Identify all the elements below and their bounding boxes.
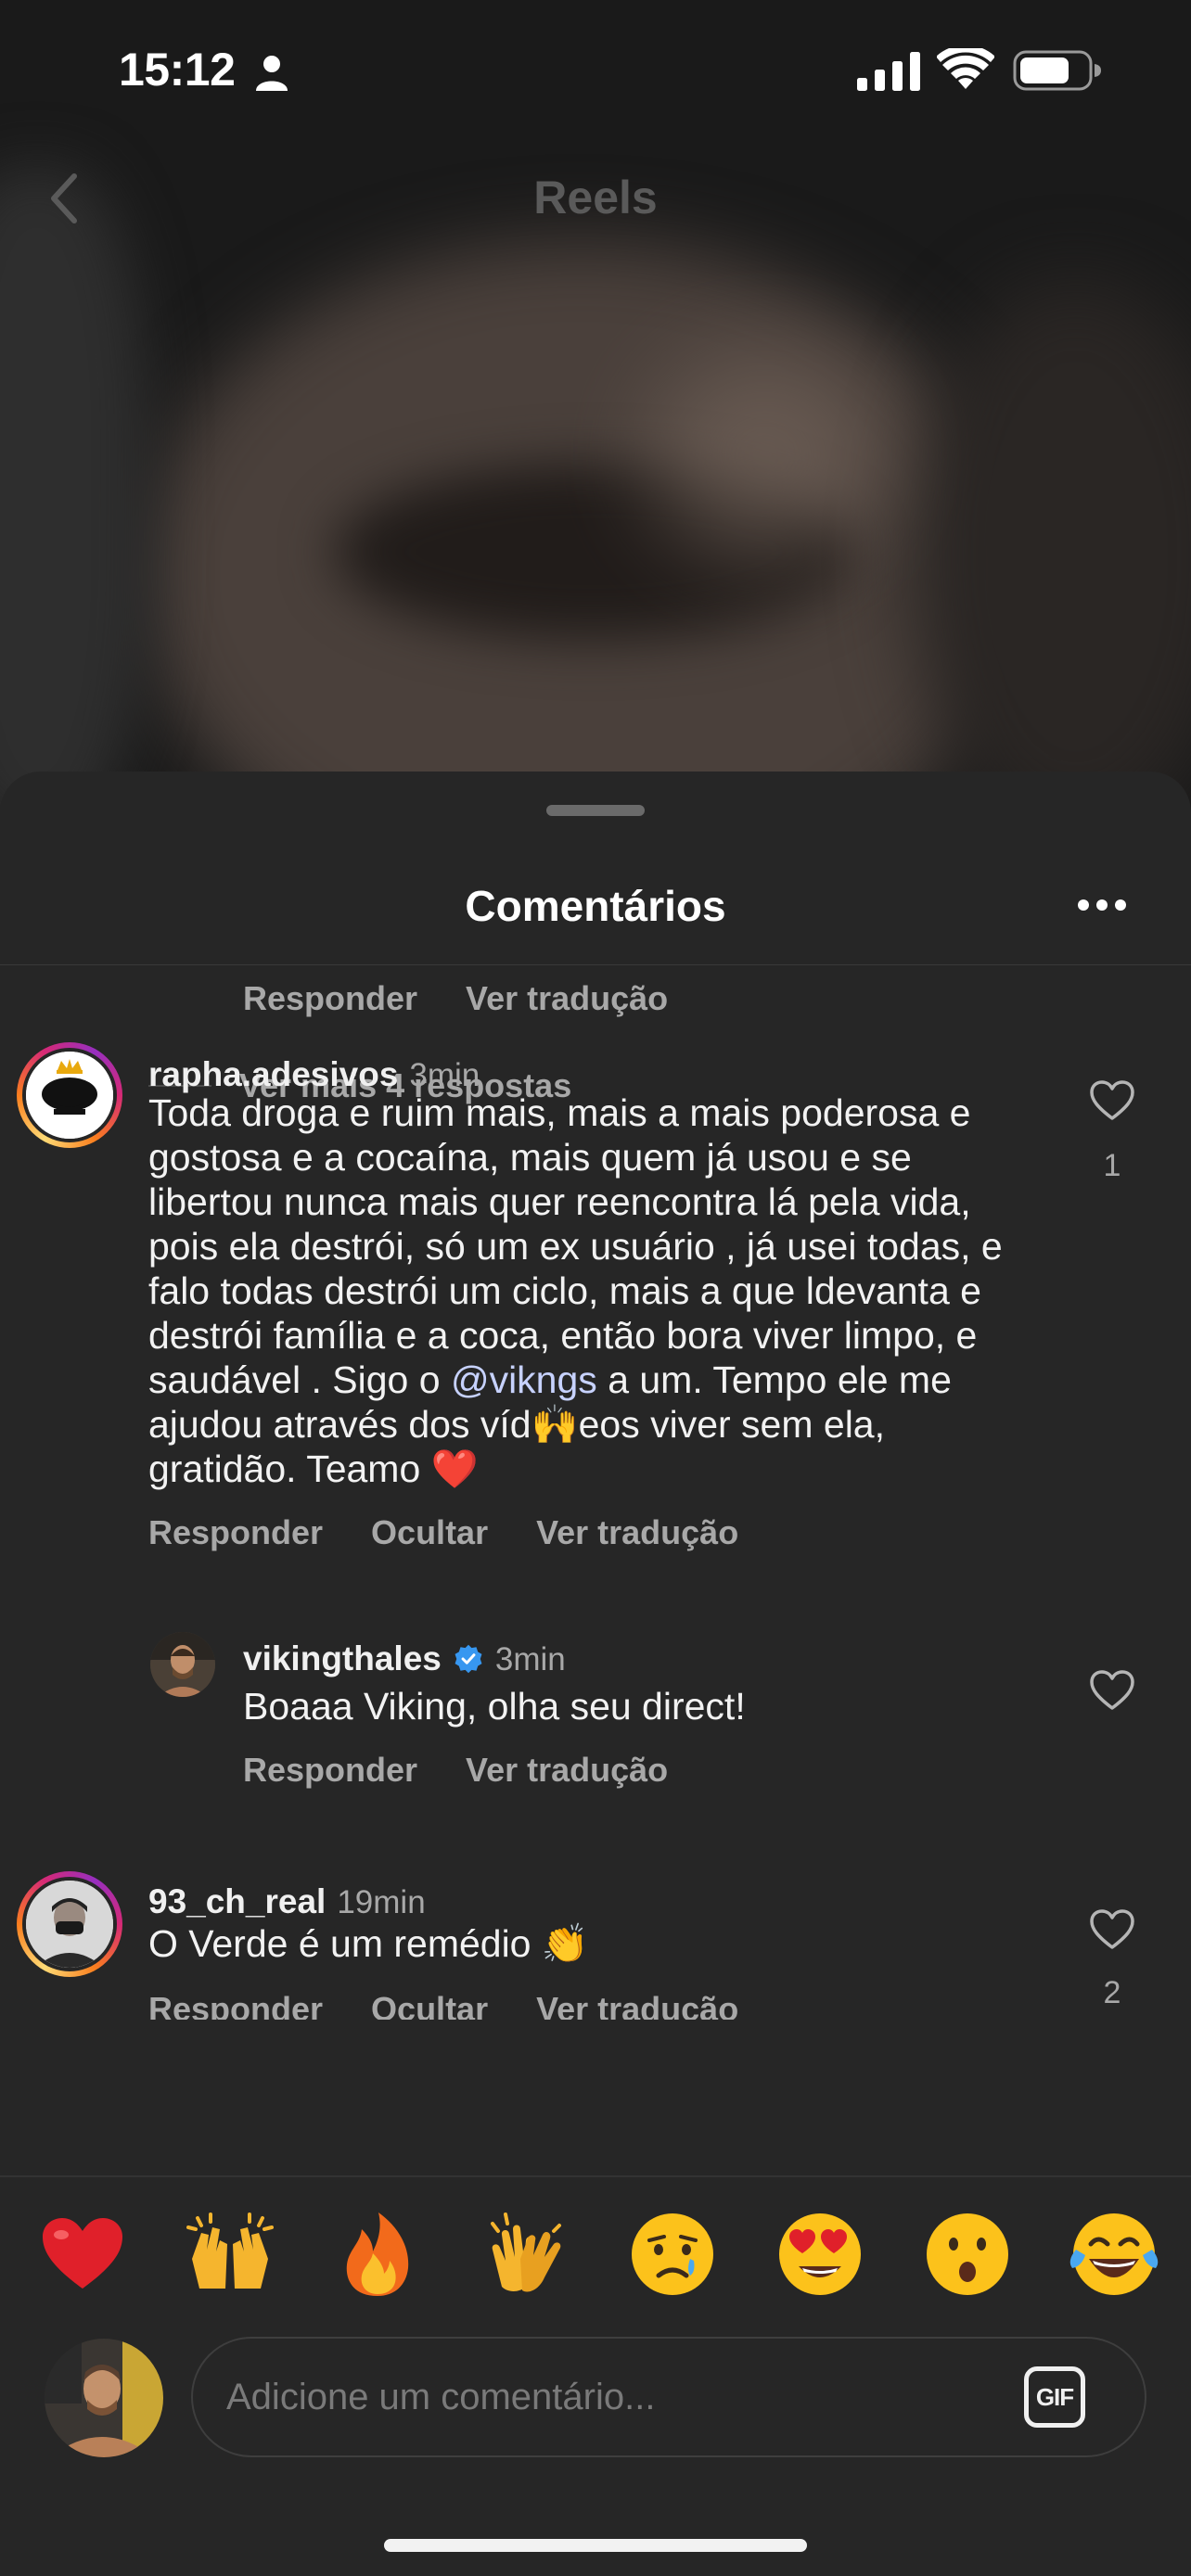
reply-button[interactable]: Responder xyxy=(243,1751,417,1790)
comment-username[interactable]: 93_ch_real xyxy=(148,1882,326,1921)
like-heart-icon[interactable] xyxy=(1089,1669,1135,1712)
like-heart-icon[interactable] xyxy=(1089,1079,1135,1122)
mention-link[interactable]: @vikngs xyxy=(451,1358,597,1401)
comment-username[interactable]: vikingthales xyxy=(243,1639,442,1678)
verified-badge-icon xyxy=(455,1644,482,1674)
comment-time: 3min xyxy=(409,1057,480,1093)
comments-sheet: Comentários Responder Ver tradução Ver m… xyxy=(0,772,1191,2576)
reply-button[interactable]: Responder xyxy=(148,1513,323,1552)
sheet-title: Comentários xyxy=(465,882,726,930)
comments-list[interactable]: Responder Ver tradução Ver mais 4 respos… xyxy=(0,966,1191,2020)
gif-button[interactable]: GIF xyxy=(1024,2366,1085,2428)
clipped-reply-emoji-remnant xyxy=(568,966,744,970)
quick-emoji-reactions xyxy=(0,2203,1191,2305)
fire-emoji-icon[interactable] xyxy=(327,2203,429,2305)
avatar[interactable] xyxy=(150,1632,215,1697)
raising-hands-emoji-icon[interactable] xyxy=(179,2203,281,2305)
comment-username[interactable]: rapha.adesivos xyxy=(148,1055,398,1094)
nav-title: Reels xyxy=(533,172,658,223)
comment-text: Boaaa Viking, olha seu direct! xyxy=(243,1685,746,1728)
profile-photo xyxy=(150,1632,215,1697)
comment-composer: GIF xyxy=(191,2337,1146,2457)
crying-face-emoji-icon[interactable] xyxy=(621,2203,724,2305)
translate-button[interactable]: Ver tradução xyxy=(536,1513,738,1552)
comment-time: 3min xyxy=(494,1641,566,1677)
battery-icon xyxy=(1013,50,1101,91)
heart-eyes-emoji-icon[interactable] xyxy=(769,2203,871,2305)
emoji-bar-divider xyxy=(0,2175,1191,2177)
profile-photo xyxy=(45,2339,163,2457)
tears-of-joy-emoji-icon[interactable] xyxy=(1063,2203,1165,2305)
previous-reply-actions: Responder Ver tradução xyxy=(0,966,1191,1022)
wifi-icon xyxy=(937,48,994,89)
like-heart-icon[interactable] xyxy=(1089,1908,1135,1951)
reels-comments-screen: 15:12 Reels Comentários Responder Ver tr… xyxy=(0,0,1191,2576)
current-user-avatar xyxy=(45,2339,163,2457)
person-icon xyxy=(256,56,288,91)
clapping-hands-emoji-icon[interactable] xyxy=(474,2203,576,2305)
avatar[interactable] xyxy=(17,1871,122,1977)
like-count: 1 xyxy=(1103,1148,1121,1183)
translate-button[interactable]: Ver tradução xyxy=(536,1990,738,2020)
comment-input[interactable] xyxy=(226,2339,987,2455)
like-count: 2 xyxy=(1103,1975,1121,2010)
reply-button[interactable]: Responder xyxy=(148,1990,323,2020)
hide-button[interactable]: Ocultar xyxy=(371,1513,488,1552)
red-heart-emoji-icon[interactable] xyxy=(32,2203,134,2305)
more-options-icon[interactable] xyxy=(1076,898,1128,912)
header-divider xyxy=(0,964,1191,965)
comment-text: O Verde é um remédio 👏 xyxy=(148,1922,589,1965)
translate-button[interactable]: Ver tradução xyxy=(466,1751,668,1790)
comment-text: Toda droga e ruim mais, mais a mais pode… xyxy=(148,1090,1039,1491)
hide-button[interactable]: Ocultar xyxy=(371,1990,488,2020)
cellular-signal-icon xyxy=(857,52,920,91)
brand-logo-avatar xyxy=(26,1052,113,1139)
translate-button[interactable]: Ver tradução xyxy=(466,979,668,1018)
sheet-grabber[interactable] xyxy=(546,805,645,816)
comment-text-before-mention: Toda droga e ruim mais, mais a mais pode… xyxy=(148,1091,1003,1401)
home-indicator xyxy=(384,2539,807,2552)
profile-photo xyxy=(26,1881,113,1968)
status-bar: 15:12 xyxy=(0,0,1191,139)
surprised-face-emoji-icon[interactable] xyxy=(916,2203,1018,2305)
comment-time: 19min xyxy=(337,1884,426,1920)
avatar[interactable] xyxy=(17,1042,122,1148)
status-time: 15:12 xyxy=(119,44,236,96)
reply-button[interactable]: Responder xyxy=(243,979,417,1018)
